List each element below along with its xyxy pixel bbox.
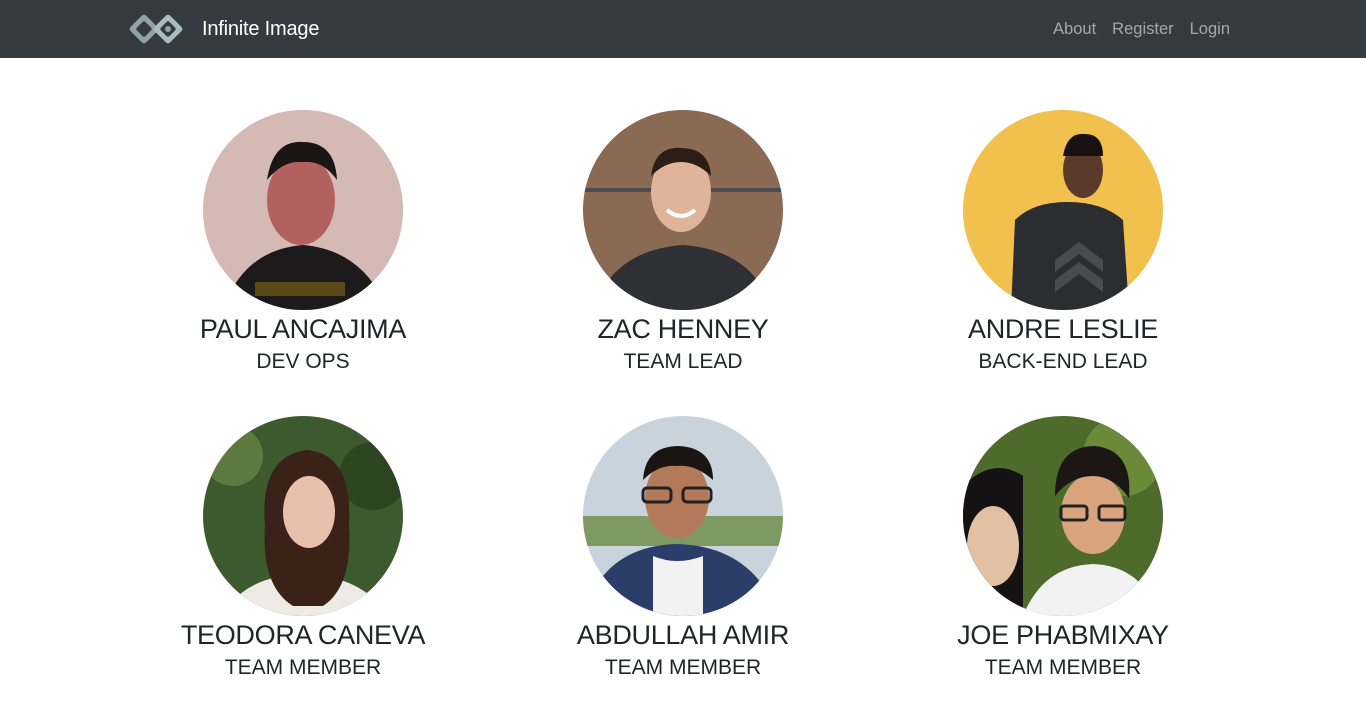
team-member-card: ANDRE LESLIE BACK-END LEAD: [873, 110, 1253, 376]
member-role: TEAM MEMBER: [984, 656, 1142, 679]
avatar: [203, 110, 403, 310]
avatar: [963, 110, 1163, 310]
portrait-photo-icon: [963, 110, 1163, 310]
portrait-photo-icon: [203, 110, 403, 310]
member-role: BACK-END LEAD: [978, 350, 1148, 373]
portrait-photo-icon: [203, 416, 403, 616]
team-member-card: ZAC HENNEY TEAM LEAD: [493, 110, 873, 376]
portrait-photo-icon: [583, 110, 783, 310]
member-name: ANDRE LESLIE: [968, 314, 1158, 344]
avatar: [203, 416, 403, 616]
member-name: PAUL ANCAJIMA: [199, 314, 407, 344]
portrait-photo-icon: [583, 416, 783, 616]
avatar: [583, 110, 783, 310]
member-role: DEV OPS: [256, 350, 350, 373]
member-name: JOE PHABMIXAY: [957, 620, 1169, 650]
team-member-card: JOE PHABMIXAY TEAM MEMBER: [873, 416, 1253, 682]
member-role: TEAM MEMBER: [604, 656, 762, 679]
team-grid: PAUL ANCAJIMA DEV OPS ZAC HENNEY TEAM LE…: [0, 0, 1366, 705]
portrait-photo-icon: [963, 416, 1163, 616]
member-name: ABDULLAH AMIR: [576, 620, 790, 650]
avatar: [583, 416, 783, 616]
member-role: TEAM MEMBER: [224, 656, 382, 679]
member-name: ZAC HENNEY: [597, 314, 769, 344]
team-member-card: ABDULLAH AMIR TEAM MEMBER: [493, 416, 873, 682]
team-member-card: PAUL ANCAJIMA DEV OPS: [113, 110, 493, 376]
member-name: TEODORA CANEVA: [180, 620, 426, 650]
member-role: TEAM LEAD: [623, 350, 743, 373]
avatar: [963, 416, 1163, 616]
team-member-card: TEODORA CANEVA TEAM MEMBER: [113, 416, 493, 682]
